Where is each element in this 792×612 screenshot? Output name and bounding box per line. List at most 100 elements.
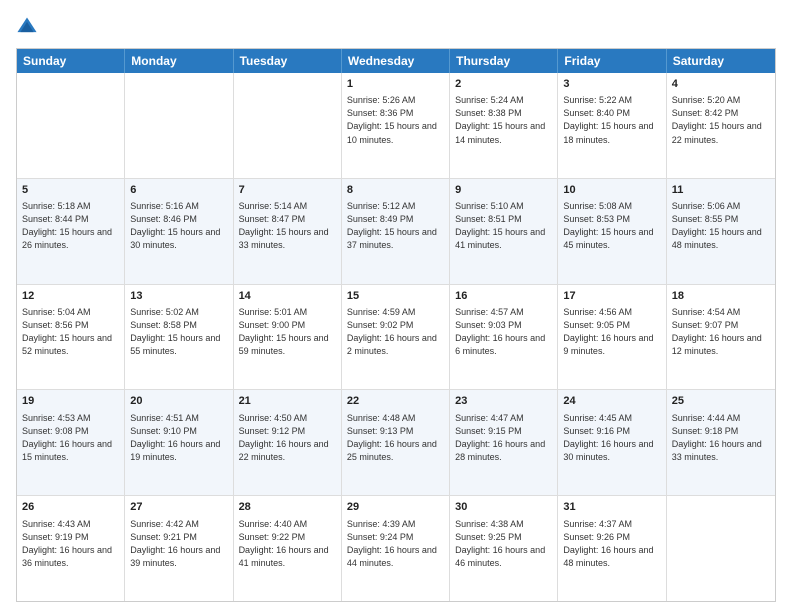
header [16,16,776,38]
day-number: 30 [455,500,552,515]
calendar-body: 1 Sunrise: 5:26 AM Sunset: 8:36 PM Daylig… [17,73,775,601]
calendar-cell: 4Sunrise: 5:20 AM Sunset: 8:42 PM Daylig… [667,73,775,178]
calendar-cell: 8 Sunrise: 5:12 AM Sunset: 8:49 PM Daylig… [342,179,450,284]
day-info: Sunrise: 5:08 AM Sunset: 8:53 PM Dayligh… [563,200,660,252]
calendar-header-cell: Tuesday [234,49,342,73]
day-info: Sunrise: 4:48 AM Sunset: 9:13 PM Dayligh… [347,412,444,464]
day-number: 1 [347,77,444,92]
day-number: 22 [347,394,444,409]
calendar-cell: 25 Sunrise: 4:44 AM Sunset: 9:18 PM Dayli… [667,390,775,495]
day-number: 2 [455,77,552,92]
calendar-row: 1 Sunrise: 5:26 AM Sunset: 8:36 PM Daylig… [17,73,775,178]
calendar-header-row: SundayMondayTuesdayWednesdayThursdayFrid… [17,49,775,73]
day-info: Sunrise: 4:37 AM Sunset: 9:26 PM Dayligh… [563,518,660,570]
calendar-cell: 29 Sunrise: 4:39 AM Sunset: 9:24 PM Dayli… [342,496,450,601]
calendar-cell [17,73,125,178]
calendar-cell: 21 Sunrise: 4:50 AM Sunset: 9:12 PM Dayli… [234,390,342,495]
calendar-cell: 30 Sunrise: 4:38 AM Sunset: 9:25 PM Dayli… [450,496,558,601]
logo-icon [16,16,38,38]
day-number: 10 [563,183,660,198]
calendar: SundayMondayTuesdayWednesdayThursdayFrid… [16,48,776,602]
day-number: 16 [455,289,552,304]
calendar-header-cell: Friday [558,49,666,73]
day-info: Sunrise: 4:57 AM Sunset: 9:03 PM Dayligh… [455,306,552,358]
day-info: Sunrise: 5:26 AM Sunset: 8:36 PM Dayligh… [347,94,444,146]
day-number: 3 [563,77,660,92]
day-number: 28 [239,500,336,515]
day-number: 4 [672,77,770,92]
day-number: 18 [672,289,770,304]
day-number: 21 [239,394,336,409]
day-info: Sunrise: 4:43 AM Sunset: 9:19 PM Dayligh… [22,518,119,570]
calendar-cell: 24Sunrise: 4:45 AM Sunset: 9:16 PM Dayli… [558,390,666,495]
day-number: 31 [563,500,660,515]
day-info: Sunrise: 5:12 AM Sunset: 8:49 PM Dayligh… [347,200,444,252]
calendar-cell: 2 Sunrise: 5:24 AM Sunset: 8:38 PM Daylig… [450,73,558,178]
calendar-cell: 6Sunrise: 5:16 AM Sunset: 8:46 PM Daylig… [125,179,233,284]
calendar-header-cell: Sunday [17,49,125,73]
day-info: Sunrise: 5:24 AM Sunset: 8:38 PM Dayligh… [455,94,552,146]
calendar-cell [234,73,342,178]
calendar-row: 19Sunrise: 4:53 AM Sunset: 9:08 PM Dayli… [17,389,775,495]
calendar-cell: 22 Sunrise: 4:48 AM Sunset: 9:13 PM Dayli… [342,390,450,495]
calendar-cell: 31 Sunrise: 4:37 AM Sunset: 9:26 PM Dayli… [558,496,666,601]
day-number: 14 [239,289,336,304]
day-info: Sunrise: 5:10 AM Sunset: 8:51 PM Dayligh… [455,200,552,252]
calendar-cell: 10 Sunrise: 5:08 AM Sunset: 8:53 PM Dayli… [558,179,666,284]
day-number: 9 [455,183,552,198]
day-number: 8 [347,183,444,198]
calendar-header-cell: Saturday [667,49,775,73]
calendar-cell: 16 Sunrise: 4:57 AM Sunset: 9:03 PM Dayli… [450,285,558,390]
day-number: 19 [22,394,119,409]
calendar-cell: 19Sunrise: 4:53 AM Sunset: 9:08 PM Dayli… [17,390,125,495]
day-number: 24 [563,394,660,409]
day-info: Sunrise: 5:18 AM Sunset: 8:44 PM Dayligh… [22,200,119,252]
calendar-cell: 17Sunrise: 4:56 AM Sunset: 9:05 PM Dayli… [558,285,666,390]
calendar-cell: 9 Sunrise: 5:10 AM Sunset: 8:51 PM Daylig… [450,179,558,284]
day-info: Sunrise: 5:22 AM Sunset: 8:40 PM Dayligh… [563,94,660,146]
day-info: Sunrise: 5:02 AM Sunset: 8:58 PM Dayligh… [130,306,227,358]
day-info: Sunrise: 5:16 AM Sunset: 8:46 PM Dayligh… [130,200,227,252]
day-info: Sunrise: 4:44 AM Sunset: 9:18 PM Dayligh… [672,412,770,464]
day-info: Sunrise: 4:50 AM Sunset: 9:12 PM Dayligh… [239,412,336,464]
calendar-cell: 12 Sunrise: 5:04 AM Sunset: 8:56 PM Dayli… [17,285,125,390]
day-info: Sunrise: 5:04 AM Sunset: 8:56 PM Dayligh… [22,306,119,358]
calendar-header-cell: Monday [125,49,233,73]
day-number: 12 [22,289,119,304]
day-info: Sunrise: 4:39 AM Sunset: 9:24 PM Dayligh… [347,518,444,570]
calendar-header-cell: Thursday [450,49,558,73]
day-info: Sunrise: 5:14 AM Sunset: 8:47 PM Dayligh… [239,200,336,252]
day-number: 25 [672,394,770,409]
day-number: 7 [239,183,336,198]
calendar-cell [125,73,233,178]
day-info: Sunrise: 4:47 AM Sunset: 9:15 PM Dayligh… [455,412,552,464]
day-number: 5 [22,183,119,198]
day-number: 23 [455,394,552,409]
calendar-row: 5 Sunrise: 5:18 AM Sunset: 8:44 PM Daylig… [17,178,775,284]
day-info: Sunrise: 5:01 AM Sunset: 9:00 PM Dayligh… [239,306,336,358]
day-info: Sunrise: 4:42 AM Sunset: 9:21 PM Dayligh… [130,518,227,570]
calendar-cell: 18 Sunrise: 4:54 AM Sunset: 9:07 PM Dayli… [667,285,775,390]
day-info: Sunrise: 4:54 AM Sunset: 9:07 PM Dayligh… [672,306,770,358]
day-number: 11 [672,183,770,198]
day-info: Sunrise: 4:38 AM Sunset: 9:25 PM Dayligh… [455,518,552,570]
calendar-row: 26Sunrise: 4:43 AM Sunset: 9:19 PM Dayli… [17,495,775,601]
calendar-cell: 14 Sunrise: 5:01 AM Sunset: 9:00 PM Dayli… [234,285,342,390]
calendar-cell: 20Sunrise: 4:51 AM Sunset: 9:10 PM Dayli… [125,390,233,495]
calendar-cell: 11 Sunrise: 5:06 AM Sunset: 8:55 PM Dayli… [667,179,775,284]
day-number: 13 [130,289,227,304]
day-number: 29 [347,500,444,515]
calendar-cell: 13 Sunrise: 5:02 AM Sunset: 8:58 PM Dayli… [125,285,233,390]
day-info: Sunrise: 4:56 AM Sunset: 9:05 PM Dayligh… [563,306,660,358]
calendar-cell: 7 Sunrise: 5:14 AM Sunset: 8:47 PM Daylig… [234,179,342,284]
calendar-cell: 3 Sunrise: 5:22 AM Sunset: 8:40 PM Daylig… [558,73,666,178]
day-number: 15 [347,289,444,304]
calendar-cell: 28 Sunrise: 4:40 AM Sunset: 9:22 PM Dayli… [234,496,342,601]
calendar-cell: 5 Sunrise: 5:18 AM Sunset: 8:44 PM Daylig… [17,179,125,284]
logo [16,16,42,38]
calendar-cell: 1 Sunrise: 5:26 AM Sunset: 8:36 PM Daylig… [342,73,450,178]
calendar-header-cell: Wednesday [342,49,450,73]
day-info: Sunrise: 4:40 AM Sunset: 9:22 PM Dayligh… [239,518,336,570]
day-info: Sunrise: 5:06 AM Sunset: 8:55 PM Dayligh… [672,200,770,252]
calendar-row: 12 Sunrise: 5:04 AM Sunset: 8:56 PM Dayli… [17,284,775,390]
